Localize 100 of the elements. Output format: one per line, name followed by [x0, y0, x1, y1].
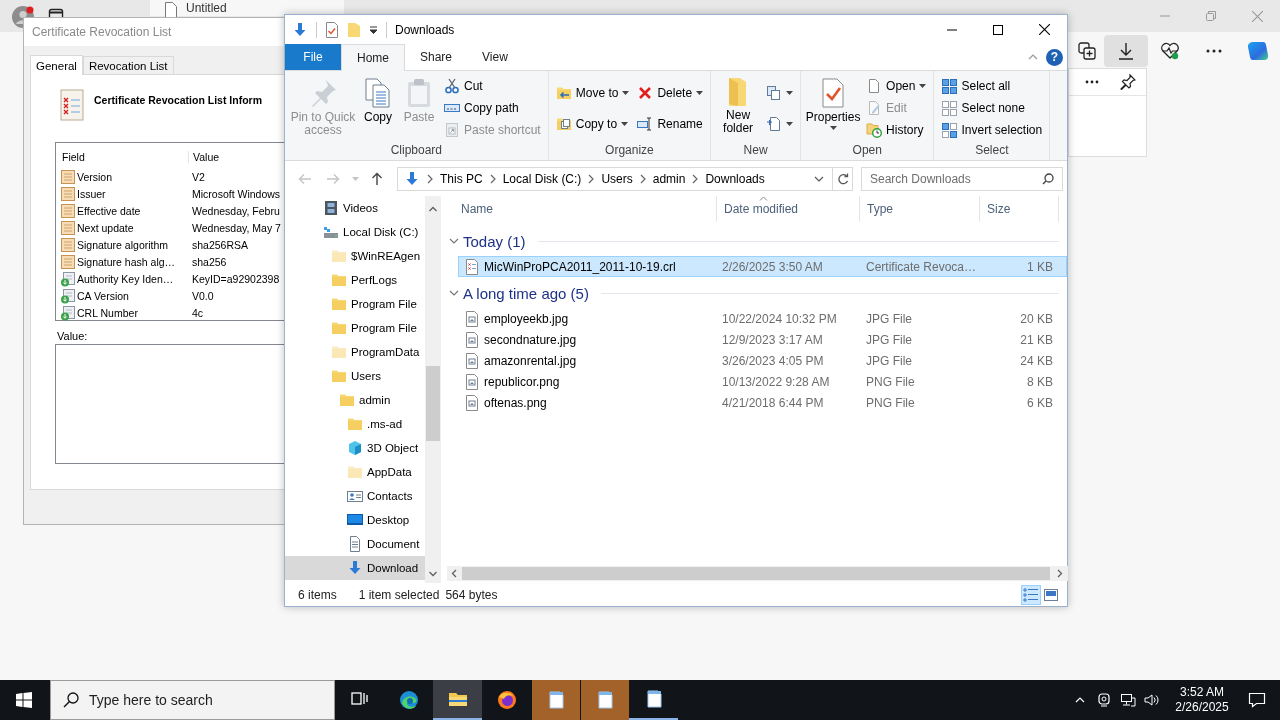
nav-item[interactable]: Local Disk (C:) — [285, 220, 425, 244]
list-row[interactable]: Version V2 — [56, 168, 284, 185]
column-header[interactable]: Name — [447, 196, 716, 222]
help-button[interactable]: ? — [1046, 48, 1063, 66]
nav-item[interactable]: .ms-ad — [285, 412, 425, 436]
taskbar-app[interactable] — [531, 680, 580, 720]
taskbar-app[interactable] — [433, 680, 482, 720]
delete-icon — [637, 84, 654, 101]
file-row[interactable]: secondnature.jpg 12/9/2023 3:17 AM JPG File 21 KB — [458, 329, 1067, 350]
list-row[interactable]: CA Version V0.0 — [56, 287, 284, 304]
properties-icon — [325, 21, 339, 38]
ribbon-button[interactable]: Copy — [359, 75, 397, 124]
tab[interactable]: General — [30, 55, 83, 75]
ribbon-button[interactable]: Move to — [552, 81, 633, 104]
ribbon-tab[interactable]: View — [467, 44, 523, 70]
breadcrumb[interactable]: Users — [601, 172, 633, 186]
list-row[interactable]: Effective date Wednesday, Febru — [56, 202, 284, 219]
list-row[interactable]: Signature hash alg… sha256 — [56, 253, 284, 270]
clock[interactable]: 3:52 AM 2/26/2025 — [1170, 680, 1234, 720]
ribbon-button[interactable]: Select none — [938, 97, 1046, 119]
ribbon-button[interactable]: Select all — [938, 75, 1046, 97]
breadcrumb[interactable]: admin — [652, 172, 686, 186]
new-item-icon — [766, 84, 783, 101]
column-header[interactable]: Date modified — [716, 196, 859, 222]
notification-icon — [1248, 692, 1266, 708]
ribbon-button[interactable]: Cut — [441, 75, 544, 97]
ribbon-tab[interactable]: Home — [341, 44, 405, 71]
ribbon-button[interactable]: Invert selection — [938, 119, 1046, 141]
ribbon-tab[interactable]: Share — [405, 44, 468, 70]
column-header[interactable]: Size — [979, 196, 1059, 222]
select-all-icon — [941, 78, 958, 94]
more-icon — [1085, 80, 1100, 84]
column-header[interactable]: Type — [859, 196, 979, 222]
browser-tab[interactable]: Untitled — [150, 0, 344, 16]
nav-item[interactable]: ProgramData — [285, 340, 425, 364]
view-button[interactable] — [1021, 585, 1041, 605]
image-file-icon — [464, 352, 480, 369]
nav-item[interactable]: $WinREAgen — [285, 244, 425, 268]
nav-item[interactable]: Program File — [285, 316, 425, 340]
file-row[interactable]: republicor.png 10/13/2022 9:28 AM PNG File 8 KB — [458, 371, 1067, 392]
ribbon-button[interactable]: Copy path — [441, 97, 544, 119]
search-field[interactable]: Type here to search — [50, 680, 335, 720]
address-bar[interactable]: This PC Local Disk (C:) Users admin Downloads — [397, 167, 833, 191]
notepad-icon — [595, 690, 615, 710]
extension-icon — [60, 270, 76, 287]
pin-button[interactable] — [1119, 74, 1136, 90]
collapse-ribbon-button[interactable] — [1028, 52, 1038, 62]
search-icon — [1042, 173, 1054, 185]
list-row[interactable]: CRL Number 4c — [56, 304, 284, 321]
nav-item[interactable]: PerfLogs — [285, 268, 425, 292]
file-row[interactable]: employeekb.jpg 10/22/2024 10:32 PM JPG File 20 KB — [458, 308, 1067, 329]
nav-item[interactable]: 3D Object — [285, 436, 425, 460]
copilot-icon — [1247, 40, 1269, 62]
refresh-button[interactable] — [833, 167, 853, 191]
ribbon-button[interactable]: Delete — [634, 81, 707, 104]
list-row[interactable]: Signature algorithm sha256RSA — [56, 236, 284, 253]
group-header[interactable]: Today (1) — [447, 230, 1067, 252]
nav-item[interactable]: Desktop — [285, 508, 425, 532]
property-icon — [60, 219, 76, 236]
ribbon-button[interactable]: New folder — [715, 75, 762, 135]
nav-item[interactable]: AppData — [285, 460, 425, 484]
more-button[interactable] — [1085, 80, 1100, 84]
nav-item[interactable]: Program File — [285, 292, 425, 316]
date-cell-text: 3/26/2023 4:05 PM — [721, 353, 825, 368]
image-file-icon — [464, 310, 480, 327]
list-row[interactable]: Authority Key Iden… KeyID=a92902398 — [56, 270, 284, 287]
chevron-icon — [425, 174, 435, 184]
ribbon-tab[interactable]: File — [285, 44, 341, 70]
up-arrow-icon — [371, 172, 383, 186]
file-row[interactable]: MicWinProPCA2011_2011-10-19.crl 2/26/2025 3:50 AM Certificate Revoca… 1 KB — [458, 256, 1067, 277]
list-row[interactable]: Next update Wednesday, May 7 — [56, 219, 284, 236]
more-icon — [1206, 49, 1222, 53]
nav-item[interactable]: Videos — [285, 196, 425, 220]
ribbon-button[interactable]: History — [863, 119, 930, 141]
search-field[interactable]: Search Downloads — [861, 167, 1063, 191]
column-header[interactable]: Field — [56, 151, 188, 163]
breadcrumb[interactable]: Downloads — [705, 172, 765, 186]
group-header[interactable]: A long time ago (5) — [447, 282, 1067, 304]
file-row[interactable]: amazonrental.jpg 3/26/2023 4:05 PM JPG File 24 KB — [458, 350, 1067, 371]
tab[interactable]: Revocation List — [82, 56, 174, 74]
invert-selection-icon — [941, 122, 958, 138]
nav-item[interactable]: Document — [285, 532, 425, 556]
file-row[interactable]: oftenas.png 4/21/2018 6:44 PM PNG File 6 KB — [458, 392, 1067, 413]
nav-item[interactable]: Download — [285, 556, 425, 580]
nav-item[interactable]: admin — [285, 388, 425, 412]
ribbon-button[interactable]: Open — [863, 75, 930, 97]
property-icon — [60, 185, 76, 202]
ribbon-button[interactable]: Rename — [634, 112, 707, 135]
nav-item[interactable]: Users — [285, 364, 425, 388]
breadcrumb[interactable]: Local Disk (C:) — [502, 172, 582, 186]
taskbar-app[interactable] — [580, 680, 629, 720]
ribbon-button[interactable]: Copy to — [552, 112, 633, 135]
breadcrumb[interactable]: This PC — [440, 172, 483, 186]
heartbeat-icon — [1160, 42, 1180, 60]
firefox-icon — [496, 690, 517, 710]
nav-item[interactable]: Contacts — [285, 484, 425, 508]
downloads-button[interactable] — [1104, 35, 1148, 67]
ribbon-button[interactable]: Properties — [805, 75, 862, 130]
network-icon — [1120, 692, 1136, 708]
list-row[interactable]: Issuer Microsoft Windows — [56, 185, 284, 202]
